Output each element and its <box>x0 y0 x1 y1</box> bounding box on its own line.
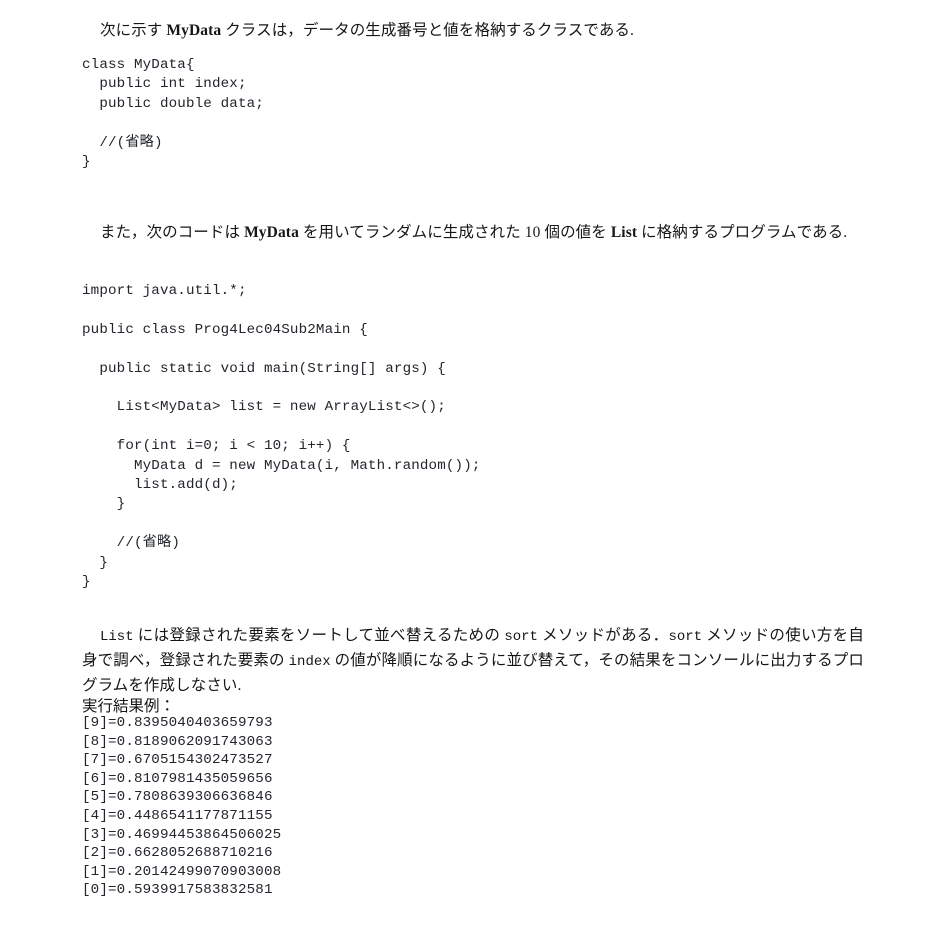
list-bold-term-list: List <box>610 223 638 241</box>
list-bold-term-mydata: MyData <box>244 223 299 241</box>
intro-paragraph: 次に示す MyData クラスは，データの生成番号と値を格納するクラスである. <box>82 19 864 42</box>
sort-code-term-list: List <box>100 628 134 645</box>
sort-code-term-sort-2: sort <box>668 628 703 645</box>
code-block-main: import java.util.*; public class Prog4Le… <box>82 283 481 591</box>
sort-code-term-index: index <box>288 653 331 670</box>
list-segment-2: を用いてランダムに生成された 10 個の値を <box>298 223 611 241</box>
sort-paragraph: List には登録された要素をソートして並べ替えるための sort メソッドがあ… <box>82 624 864 697</box>
intro-bold-term-mydata: MyData <box>166 21 222 39</box>
sort-segment-4: メソッドがある． <box>537 626 669 644</box>
list-segment-1: また，次のコードは <box>100 223 245 241</box>
intro-tail-text: クラスは，データの生成番号と値を格納するクラスである. <box>221 21 635 39</box>
code-block-mydata: class MyData{ public int index; public d… <box>82 57 264 171</box>
execution-result-output: [9]=0.8395040403659793 [8]=0.81890620917… <box>82 715 282 899</box>
list-segment-3: に格納するプログラムである. <box>637 223 848 241</box>
document-page: 次に示す MyData クラスは，データの生成番号と値を格納するクラスである. … <box>0 0 931 926</box>
sort-code-term-sort-1: sort <box>504 628 538 645</box>
sort-segment-2: には登録された要素をソートして並べ替えるための <box>133 626 505 644</box>
intro-lead-text: 次に示す <box>100 21 167 39</box>
list-paragraph: また，次のコードは MyData を用いてランダムに生成された 10 個の値を … <box>82 221 864 244</box>
